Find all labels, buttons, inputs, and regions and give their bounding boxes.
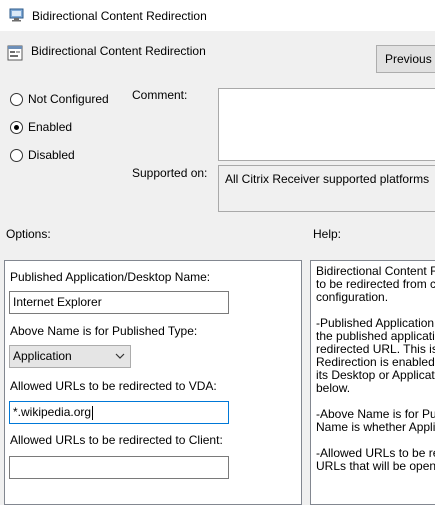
published-name-input[interactable]: Internet Explorer bbox=[9, 291, 229, 314]
policy-window-icon bbox=[9, 8, 25, 25]
options-label: Options: bbox=[6, 227, 51, 241]
help-text: Bidirectional Content Re to be redirecte… bbox=[316, 264, 435, 473]
radio-not-configured[interactable]: Not Configured bbox=[10, 91, 109, 107]
chevron-down-icon bbox=[115, 346, 125, 372]
help-pane[interactable]: Bidirectional Content Re to be redirecte… bbox=[310, 260, 435, 505]
vda-urls-value: *.wikipedia.org bbox=[13, 405, 92, 419]
text-caret bbox=[92, 405, 94, 420]
help-label: Help: bbox=[313, 227, 342, 241]
published-name-label: Published Application/Desktop Name: bbox=[10, 270, 211, 284]
comment-textarea[interactable] bbox=[218, 88, 435, 161]
radio-label-not-configured: Not Configured bbox=[28, 92, 109, 106]
previous-setting-button[interactable]: Previous Setting bbox=[376, 45, 435, 73]
comment-label: Comment: bbox=[132, 88, 188, 102]
published-type-label: Above Name is for Published Type: bbox=[10, 324, 198, 338]
vda-urls-label: Allowed URLs to be redirected to VDA: bbox=[10, 379, 217, 393]
supported-on-box: All Citrix Receiver supported platforms bbox=[218, 165, 435, 212]
radio-label-disabled: Disabled bbox=[28, 148, 75, 162]
supported-on-value: All Citrix Receiver supported platforms bbox=[225, 172, 430, 186]
window-title: Bidirectional Content Redirection bbox=[32, 9, 207, 23]
radio-label-enabled: Enabled bbox=[28, 120, 73, 134]
setting-icon bbox=[7, 45, 23, 64]
radio-disabled[interactable]: Disabled bbox=[10, 147, 75, 163]
published-name-value: Internet Explorer bbox=[13, 295, 102, 309]
radio-circle-checked[interactable] bbox=[10, 120, 23, 134]
vda-urls-input[interactable]: *.wikipedia.org bbox=[9, 401, 229, 424]
supported-on-label: Supported on: bbox=[132, 166, 208, 180]
radio-enabled[interactable]: Enabled bbox=[10, 119, 72, 135]
radio-circle[interactable] bbox=[10, 148, 23, 162]
setting-title: Bidirectional Content Redirection bbox=[31, 44, 206, 58]
options-pane[interactable]: Published Application/Desktop Name: Inte… bbox=[4, 260, 302, 505]
client-urls-input[interactable] bbox=[9, 456, 229, 479]
title-bar: Bidirectional Content Redirection bbox=[0, 0, 435, 31]
published-type-value: Application bbox=[13, 349, 72, 363]
published-type-select[interactable]: Application bbox=[9, 345, 131, 368]
radio-circle[interactable] bbox=[10, 92, 23, 106]
client-urls-label: Allowed URLs to be redirected to Client: bbox=[10, 433, 223, 447]
